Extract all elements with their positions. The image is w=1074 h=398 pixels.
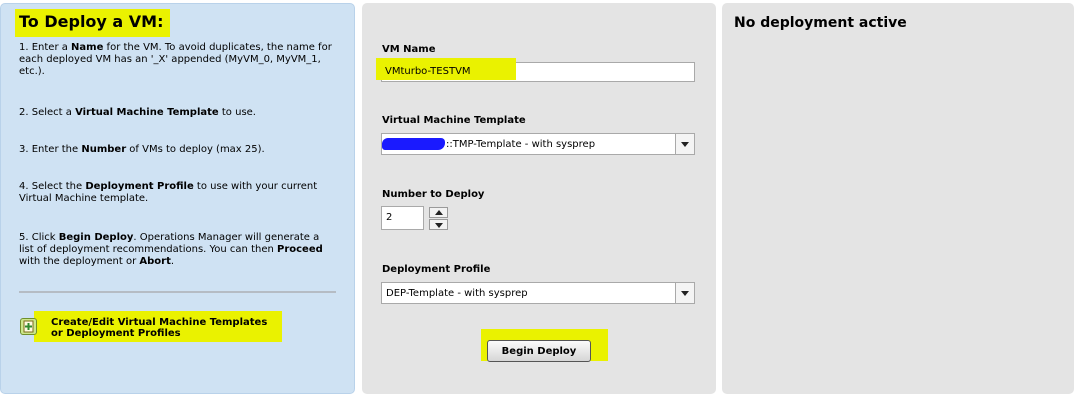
instruction-emphasis: Name	[71, 42, 104, 53]
template-label: Virtual Machine Template	[382, 115, 526, 126]
instruction-emphasis: Number	[81, 144, 127, 155]
instruction-text: 1. Enter a	[19, 42, 72, 53]
templates-link-label[interactable]: Create/Edit Virtual Machine Templates or…	[51, 317, 291, 339]
number-value[interactable]: 2	[386, 212, 392, 223]
instruction-step-3: 3. Enter the Number of VMs to deploy (ma…	[19, 144, 334, 156]
instruction-emphasis: Deployment Profile	[85, 181, 194, 192]
template-select-value: ::TMP-Template - with sysprep	[446, 139, 596, 150]
number-label: Number to Deploy	[382, 189, 485, 200]
chevron-down-icon	[681, 291, 689, 296]
profile-label: Deployment Profile	[382, 264, 491, 275]
profile-dropdown-button[interactable]	[675, 283, 694, 303]
instructions-title: To Deploy a VM:	[15, 9, 170, 37]
create-edit-templates-link[interactable]: Create/Edit Virtual Machine Templates or…	[18, 311, 291, 342]
instruction-text: 2. Select a	[19, 107, 76, 118]
template-dropdown-button[interactable]	[675, 134, 694, 154]
arrow-up-icon	[435, 210, 443, 215]
deployment-status-title: No deployment active	[734, 15, 907, 31]
vm-name-value[interactable]: VMturbo-TESTVM	[385, 66, 471, 77]
instruction-text: 5. Click	[19, 232, 59, 243]
redaction-mark	[382, 138, 445, 150]
profile-select[interactable]: DEP-Template - with sysprep	[381, 282, 695, 304]
instruction-text: of VMs to deploy (max 25).	[126, 144, 265, 155]
profile-select-value: DEP-Template - with sysprep	[386, 288, 528, 299]
instruction-step-1: 1. Enter a Name for the VM. To avoid dup…	[19, 42, 334, 78]
deployment-status-panel	[722, 3, 1074, 394]
instruction-emphasis: Virtual Machine Template	[75, 107, 219, 118]
instruction-emphasis: Begin Deploy	[58, 232, 134, 243]
vm-name-label: VM Name	[382, 44, 436, 55]
instruction-text: .	[170, 256, 175, 267]
arrow-down-icon	[435, 223, 443, 228]
instruction-text: to use.	[218, 107, 256, 118]
add-template-icon[interactable]	[20, 318, 37, 335]
instruction-step-4: 4. Select the Deployment Profile to use …	[19, 181, 334, 205]
instruction-step-2: 2. Select a Virtual Machine Template to …	[19, 107, 334, 119]
chevron-down-icon	[681, 142, 689, 147]
instruction-text: 4. Select the	[19, 181, 86, 192]
begin-deploy-button[interactable]: Begin Deploy	[487, 340, 591, 362]
instruction-emphasis: Proceed	[277, 244, 323, 255]
divider	[19, 291, 336, 293]
instruction-emphasis: Abort	[139, 256, 171, 267]
increment-button[interactable]	[429, 207, 448, 218]
instruction-step-5: 5. Click Begin Deploy. Operations Manage…	[19, 232, 334, 268]
decrement-button[interactable]	[429, 219, 448, 230]
instruction-text: 3. Enter the	[19, 144, 82, 155]
instruction-text: with the deployment or	[19, 256, 140, 267]
